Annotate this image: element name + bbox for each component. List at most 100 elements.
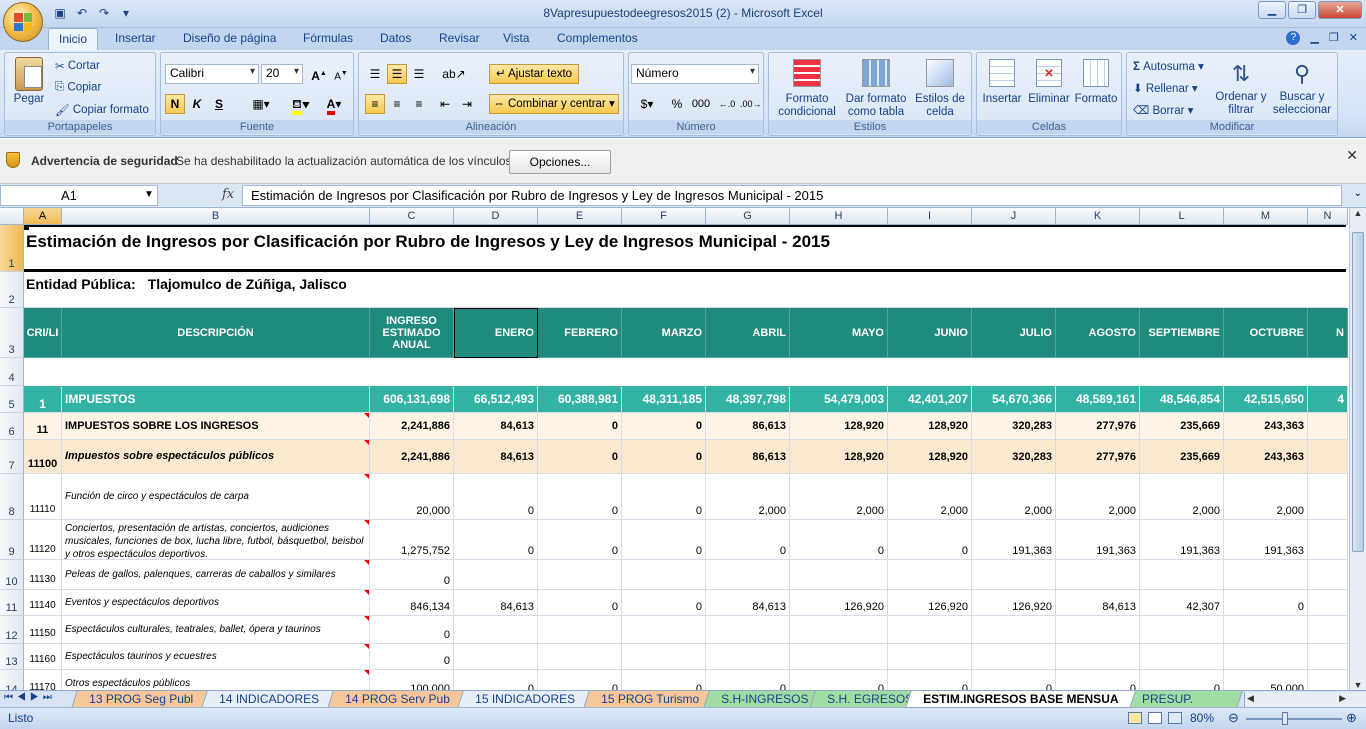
- value-cell[interactable]: [972, 644, 1056, 670]
- value-cell[interactable]: [1308, 440, 1348, 474]
- grow-font-button[interactable]: A▲: [309, 64, 329, 84]
- scroll-thumb[interactable]: [1352, 232, 1364, 552]
- cell-styles-button[interactable]: Estilos de celda: [911, 59, 969, 119]
- value-cell[interactable]: 0: [538, 670, 622, 690]
- zoom-level[interactable]: 80%: [1190, 711, 1214, 725]
- value-cell[interactable]: 0: [888, 670, 972, 690]
- restore-button[interactable]: ❐: [1288, 1, 1316, 19]
- select-all-corner[interactable]: [0, 208, 24, 225]
- cri-cell[interactable]: 11160: [24, 644, 62, 670]
- value-cell[interactable]: 84,613: [454, 440, 538, 474]
- fill-color-button[interactable]: ⛾▾: [287, 94, 315, 115]
- scroll-left-icon[interactable]: ◀: [1247, 693, 1254, 704]
- entity-row[interactable]: Entidad Pública: Tlajomulco de Zúñiga, Ja…: [24, 272, 1346, 308]
- underline-button[interactable]: S: [209, 94, 229, 114]
- value-cell[interactable]: 86,613: [706, 413, 790, 440]
- ribbon-restore-icon[interactable]: ❐: [1329, 31, 1339, 45]
- value-cell[interactable]: 191,363: [1056, 520, 1140, 560]
- description-cell[interactable]: Espectáculos culturales, teatrales, ball…: [62, 616, 370, 644]
- value-cell[interactable]: 606,131,698: [370, 386, 454, 413]
- value-cell[interactable]: [1224, 560, 1308, 590]
- page-break-icon[interactable]: [1168, 712, 1182, 724]
- description-cell[interactable]: Función de circo y espectáculos de carpa: [62, 474, 370, 520]
- value-cell[interactable]: 128,920: [790, 440, 888, 474]
- row-header[interactable]: 11: [0, 590, 24, 616]
- value-cell[interactable]: [1308, 616, 1348, 644]
- value-cell[interactable]: 2,000: [1140, 474, 1224, 520]
- row-header[interactable]: 13: [0, 644, 24, 670]
- tab-diseno[interactable]: Diseño de página: [183, 31, 276, 45]
- align-center-icon[interactable]: ≡: [387, 94, 407, 114]
- column-header[interactable]: K: [1056, 208, 1140, 225]
- value-cell[interactable]: 0: [538, 413, 622, 440]
- increase-decimal-icon[interactable]: ←.0: [717, 94, 737, 114]
- value-cell[interactable]: 0: [1140, 670, 1224, 690]
- value-cell[interactable]: 42,401,207: [888, 386, 972, 413]
- value-cell[interactable]: 191,363: [972, 520, 1056, 560]
- align-left-icon[interactable]: ≡: [365, 94, 385, 114]
- value-cell[interactable]: 243,363: [1224, 413, 1308, 440]
- horizontal-scrollbar[interactable]: ◀ ▶: [1244, 692, 1366, 707]
- value-cell[interactable]: 235,669: [1140, 440, 1224, 474]
- description-cell[interactable]: Impuestos sobre espectáculos públicos: [62, 440, 370, 474]
- tab-insertar[interactable]: Insertar: [115, 31, 156, 45]
- value-cell[interactable]: [790, 616, 888, 644]
- column-header[interactable]: E: [538, 208, 622, 225]
- column-header[interactable]: J: [972, 208, 1056, 225]
- value-cell[interactable]: 2,000: [1224, 474, 1308, 520]
- value-cell[interactable]: 2,000: [1056, 474, 1140, 520]
- sheet-tab-active[interactable]: ESTIM.INGRESOS BASE MENSUA: [905, 691, 1137, 708]
- value-cell[interactable]: [1140, 644, 1224, 670]
- value-cell[interactable]: [1056, 644, 1140, 670]
- bold-button[interactable]: N: [165, 94, 185, 114]
- value-cell[interactable]: [706, 560, 790, 590]
- value-cell[interactable]: 0: [622, 413, 706, 440]
- sheet-tab[interactable]: 15 PROG Turismo: [583, 691, 717, 708]
- cri-cell[interactable]: 11140: [24, 590, 62, 616]
- close-button[interactable]: ✕: [1318, 1, 1362, 19]
- value-cell[interactable]: 54,670,366: [972, 386, 1056, 413]
- cri-cell[interactable]: 11130: [24, 560, 62, 590]
- percent-button[interactable]: %: [667, 94, 687, 114]
- value-cell[interactable]: 2,000: [972, 474, 1056, 520]
- row-header[interactable]: 7: [0, 440, 24, 474]
- zoom-slider-thumb[interactable]: [1282, 712, 1288, 725]
- expand-formula-icon[interactable]: ⌄: [1354, 188, 1362, 199]
- value-cell[interactable]: 0: [538, 520, 622, 560]
- number-format-select[interactable]: Número: [631, 64, 759, 84]
- row-header[interactable]: 3: [0, 308, 24, 358]
- cri-cell[interactable]: 1: [24, 386, 62, 413]
- sort-filter-button[interactable]: ⇅ Ordenar y filtrar: [1215, 59, 1267, 117]
- description-cell[interactable]: Eventos y espectáculos deportivos: [62, 590, 370, 616]
- value-cell[interactable]: [538, 560, 622, 590]
- value-cell[interactable]: 84,613: [454, 590, 538, 616]
- italic-button[interactable]: K: [187, 94, 207, 114]
- column-header[interactable]: B: [62, 208, 370, 225]
- value-cell[interactable]: 0: [790, 520, 888, 560]
- tab-vista[interactable]: Vista: [503, 31, 529, 45]
- value-cell[interactable]: 0: [972, 670, 1056, 690]
- value-cell[interactable]: 0: [370, 560, 454, 590]
- value-cell[interactable]: [622, 644, 706, 670]
- column-header[interactable]: G: [706, 208, 790, 225]
- value-cell[interactable]: 1,275,752: [370, 520, 454, 560]
- value-cell[interactable]: [706, 616, 790, 644]
- value-cell[interactable]: [972, 616, 1056, 644]
- worksheet-grid[interactable]: ABCDEFGHIJKLMN12345678910111213141516Est…: [0, 208, 1366, 690]
- value-cell[interactable]: 0: [622, 590, 706, 616]
- value-cell[interactable]: [454, 616, 538, 644]
- increase-indent-icon[interactable]: ⇥: [457, 94, 477, 114]
- value-cell[interactable]: [622, 560, 706, 590]
- column-header[interactable]: D: [454, 208, 538, 225]
- value-cell[interactable]: 48,589,161: [1056, 386, 1140, 413]
- scroll-up-icon[interactable]: ▲: [1350, 208, 1366, 224]
- vertical-scrollbar[interactable]: ▲ ▼: [1349, 208, 1366, 690]
- row-header[interactable]: 9: [0, 520, 24, 560]
- decrease-indent-icon[interactable]: ⇤: [435, 94, 455, 114]
- row-header[interactable]: 6: [0, 413, 24, 440]
- value-cell[interactable]: [454, 644, 538, 670]
- description-cell[interactable]: Espectáculos taurinos y ecuestres: [62, 644, 370, 670]
- value-cell[interactable]: 0: [370, 644, 454, 670]
- column-header[interactable]: L: [1140, 208, 1224, 225]
- value-cell[interactable]: 0: [370, 616, 454, 644]
